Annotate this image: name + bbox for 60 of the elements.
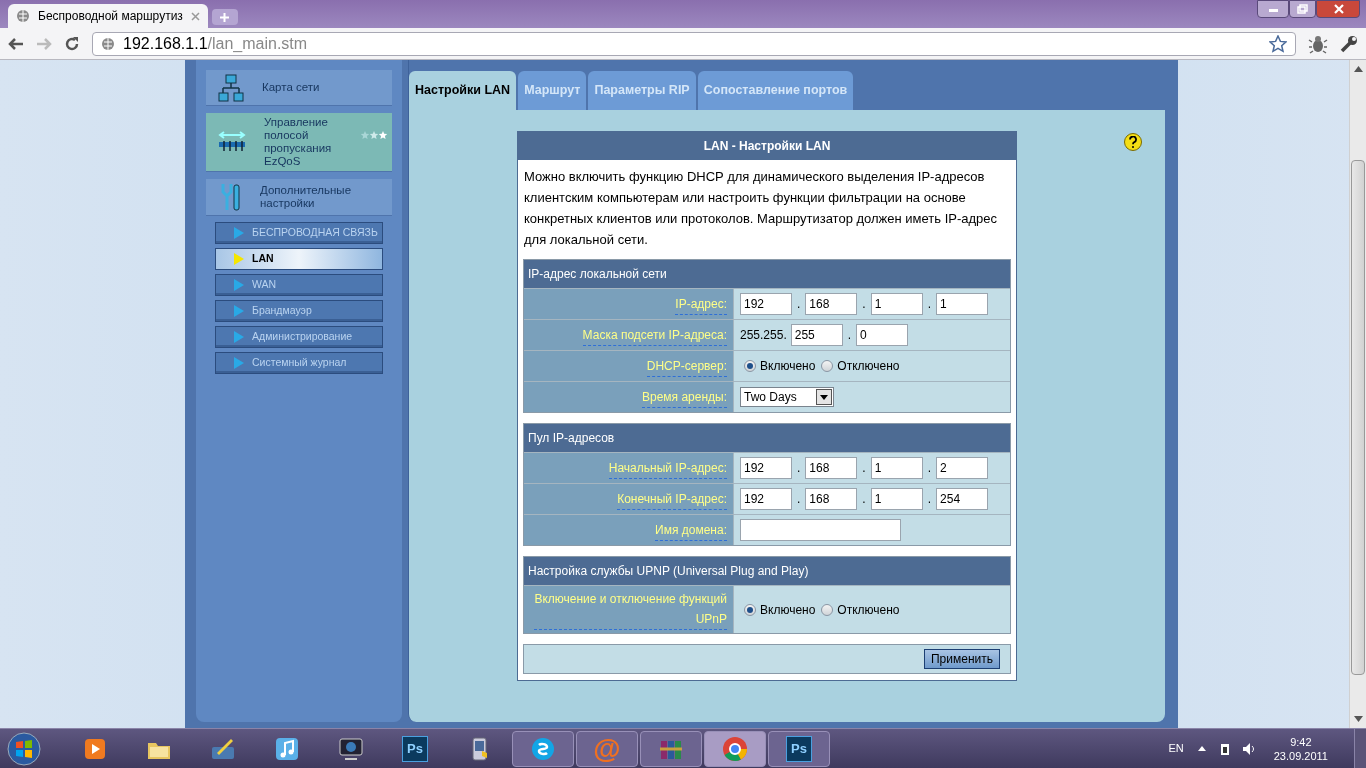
dot-separator: . <box>796 460 802 477</box>
octet-field[interactable]: 192 <box>740 457 792 479</box>
menu-label: Карта сети <box>262 81 321 94</box>
clock[interactable]: 9:42 23.09.2011 <box>1273 734 1328 763</box>
field-label: Время аренды: <box>641 386 727 408</box>
address-bar[interactable]: 192.168.1.1/lan_main.stm <box>92 31 1296 56</box>
dot-separator: . <box>926 296 933 313</box>
menu-label: Дополнительные настройки <box>260 184 353 210</box>
dot-separator: . <box>861 491 867 508</box>
radio-label: Включено <box>760 601 816 619</box>
browser-tab[interactable]: Беспроводной маршрутиз <box>8 4 208 28</box>
section-title: Настройка службы UPNP (Universal Plug and Play) <box>524 557 1010 585</box>
sidebar-menu-item[interactable]: Карта сети <box>206 70 392 106</box>
dot-separator: . <box>796 491 802 508</box>
octet-field[interactable]: 1 <box>870 293 923 315</box>
lease-time-dropdown[interactable]: Two Days <box>740 387 834 407</box>
octet-field[interactable]: 168 <box>805 293 858 315</box>
octet-field[interactable]: 1 <box>870 457 923 479</box>
field-label: Имя домена: <box>655 519 727 541</box>
apply-button[interactable]: Применить <box>924 649 1000 669</box>
dot-separator: . <box>846 327 853 344</box>
field-label: Маска подсети IP-адреса: <box>582 324 727 346</box>
submenu-item[interactable]: LAN <box>215 248 383 270</box>
octet-field[interactable]: 1 <box>936 293 989 315</box>
dot-separator: . <box>926 460 933 477</box>
field-label: Конечный IP-адрес: <box>617 488 727 510</box>
dot-separator: . <box>796 296 802 313</box>
octet-field[interactable]: 168 <box>805 488 858 510</box>
octet-field[interactable]: 2 <box>936 457 989 479</box>
radio-label: Отключено <box>837 358 900 375</box>
panel-title: LAN - Настройки LAN <box>518 132 1016 160</box>
radio-label: Отключено <box>837 601 900 619</box>
language-indicator[interactable]: EN <box>1168 740 1184 757</box>
dot-separator: . <box>861 296 867 313</box>
tab-title: Беспроводной маршрутиз <box>38 8 183 25</box>
taskbar-app-button[interactable]: Ps <box>384 730 446 767</box>
sidebar-menu-item[interactable]: Управление полосой пропускания EzQoS <box>206 113 392 172</box>
field-label: IP-адрес: <box>675 293 727 315</box>
url-text: 192.168.1.1/lan_main.stm <box>123 33 308 54</box>
field-label: Начальный IP-адрес: <box>608 457 727 479</box>
sidebar-menu-item[interactable]: Дополнительные настройки <box>206 179 392 216</box>
mask-prefix: 255.255. <box>740 327 787 344</box>
field-label: DHCP-сервер: <box>646 355 727 377</box>
section-title: IP-адрес локальной сети <box>524 260 1010 288</box>
octet-field[interactable]: 255 <box>790 324 843 346</box>
octet-field[interactable]: 254 <box>936 488 989 510</box>
menu-label: Управление полосой пропускания EzQoS <box>264 116 333 168</box>
octet-field[interactable]: 0 <box>856 324 909 346</box>
field-label: Включение и отключение функций UPnP <box>534 589 727 630</box>
dot-separator: . <box>861 460 867 477</box>
octet-field[interactable]: 192 <box>740 488 792 510</box>
octet-field[interactable]: 192 <box>740 293 792 315</box>
description-text: Можно включить функцию DHCP для динамического выделения IP-адресов клиентским компьютерам или настроить функции фильтрации на основе конкретных клиентов или протоколов. Маршрутизатор должен иметь IP-адрес для локальной сети. <box>523 168 999 249</box>
radio-label: Включено <box>760 358 816 375</box>
taskbar-app-button[interactable]: Ps <box>768 730 830 767</box>
section-title: Пул IP-адресов <box>524 424 1010 452</box>
tab[interactable]: Настройки LAN <box>409 71 517 110</box>
octet-field[interactable]: 1 <box>870 488 923 510</box>
octet-field[interactable]: 168 <box>805 457 858 479</box>
dot-separator: . <box>926 491 933 508</box>
